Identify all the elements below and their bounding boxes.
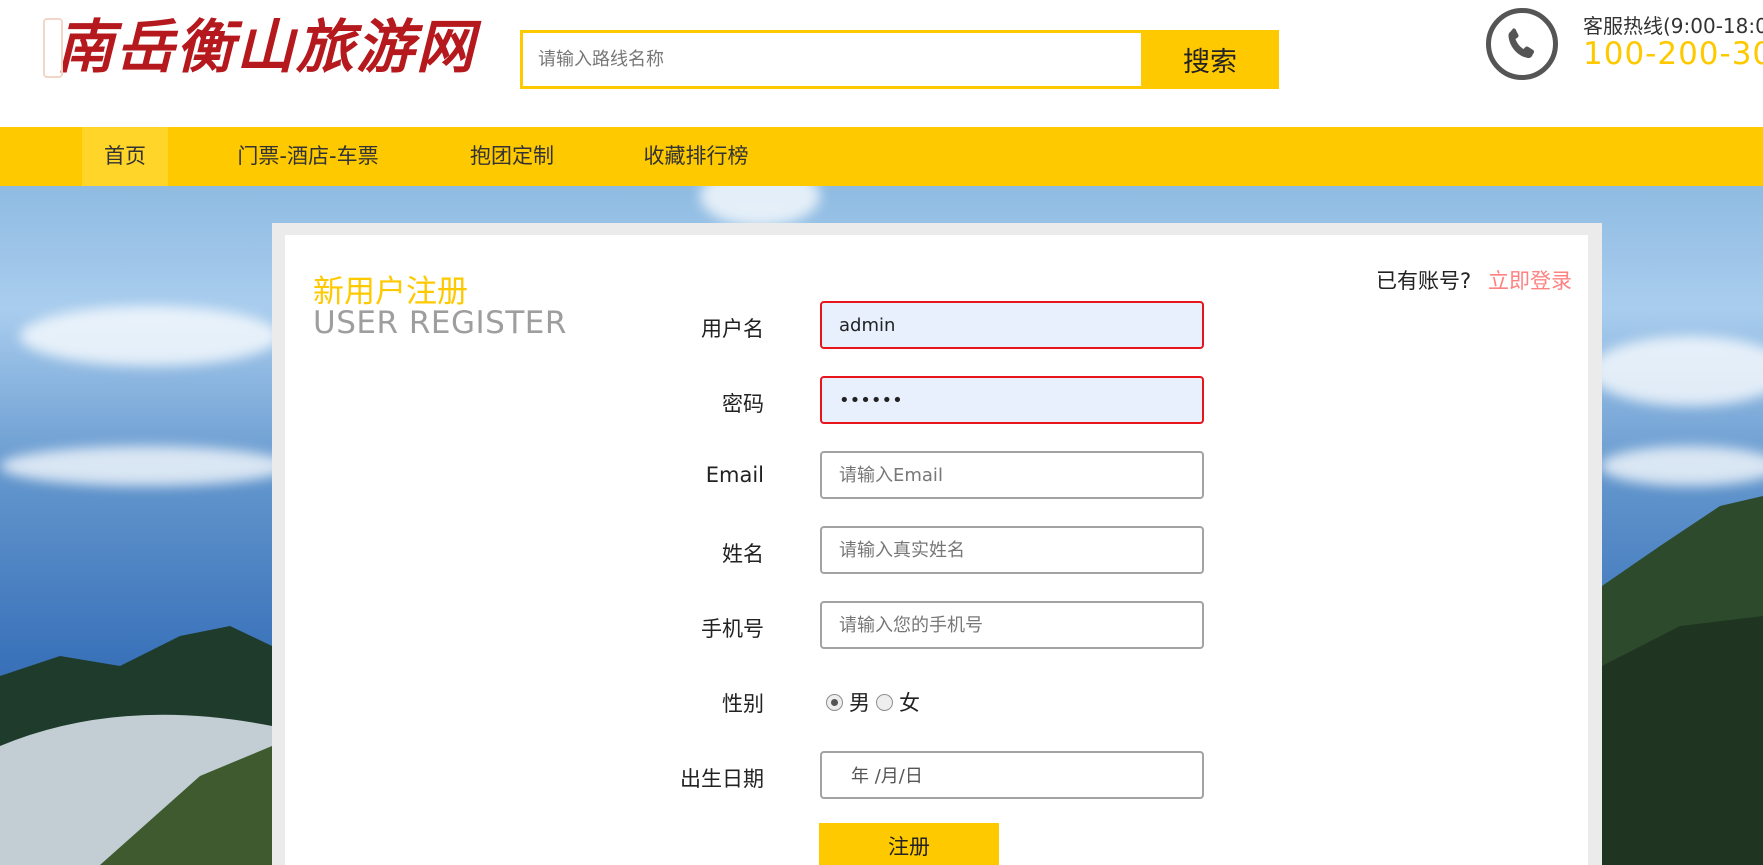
email-input[interactable] <box>820 451 1204 499</box>
gender-label: 性别 <box>722 692 764 716</box>
username-label: 用户名 <box>701 317 764 341</box>
email-label: Email <box>705 463 764 487</box>
login-link[interactable]: 立即登录 <box>1488 265 1572 295</box>
phone-icon <box>1486 8 1558 80</box>
gender-radio-group: 男 女 <box>826 689 926 715</box>
birthday-placeholder: 年 /月/日 <box>851 766 923 787</box>
password-input[interactable] <box>820 376 1204 424</box>
name-label: 姓名 <box>722 542 764 566</box>
customer-hotline: 客服热线(9:00-18:00) 100-200-3030 <box>1486 4 1763 86</box>
password-label: 密码 <box>722 392 764 416</box>
search-input[interactable] <box>523 33 1141 86</box>
register-title-en: USER REGISTER <box>313 305 567 341</box>
hotline-label: 客服热线(9:00-18:00) <box>1583 14 1763 38</box>
phone-input[interactable] <box>820 601 1204 649</box>
gender-male-radio[interactable] <box>826 693 843 711</box>
username-input[interactable] <box>820 301 1204 349</box>
name-input[interactable] <box>820 526 1204 574</box>
logo-text: 南岳衡山旅游网 <box>56 13 477 81</box>
site-logo[interactable]: 南岳衡山旅游网 <box>34 6 474 88</box>
birthday-label: 出生日期 <box>680 767 764 791</box>
birthday-date-input[interactable]: 年 /月/日 <box>820 751 1204 799</box>
gender-female-label[interactable]: 女 <box>899 687 920 717</box>
hotline-number: 100-200-3030 <box>1583 36 1763 72</box>
register-submit-button[interactable]: 注册 <box>819 823 999 865</box>
main-nav: 首页 门票-酒店-车票 抱团定制 收藏排行榜 <box>0 127 1763 186</box>
nav-item-favorites-ranking[interactable]: 收藏排行榜 <box>640 127 752 186</box>
nav-item-tickets[interactable]: 门票-酒店-车票 <box>228 127 388 186</box>
search-bar: 搜索 <box>520 30 1279 89</box>
nav-item-group-custom[interactable]: 抱团定制 <box>461 127 563 186</box>
login-prompt: 已有账号? <box>1376 269 1472 293</box>
gender-male-label[interactable]: 男 <box>849 687 870 717</box>
phone-label: 手机号 <box>701 617 764 641</box>
gender-female-radio[interactable] <box>876 693 893 711</box>
site-header: 南岳衡山旅游网 搜索 客服热线(9:00-18:00) 100-200-3030 <box>0 0 1763 127</box>
search-button[interactable]: 搜索 <box>1141 30 1279 89</box>
nav-item-home[interactable]: 首页 <box>82 127 168 186</box>
